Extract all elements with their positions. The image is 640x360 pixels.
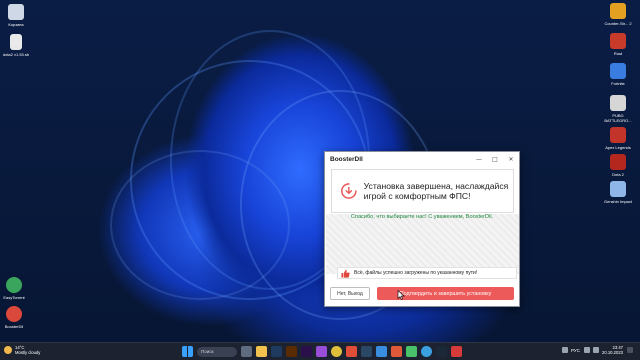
tray-chevron-icon[interactable] (562, 347, 569, 353)
close-button[interactable]: ✕ (503, 152, 519, 166)
maximize-button[interactable]: □ (487, 152, 503, 166)
browser-icon[interactable] (346, 346, 357, 357)
taskbar-apps: Поиск (182, 346, 466, 357)
system-tray: РУС 23:47 20.10.2023 (562, 345, 636, 355)
genshin-icon (610, 181, 626, 197)
app-icon[interactable] (406, 346, 417, 357)
desktop-icon-dota2-file[interactable]: dota2 v1.53.sb (2, 34, 30, 57)
window-controls: — □ ✕ (471, 152, 519, 166)
desktop-wallpaper (0, 0, 640, 342)
background-pattern (326, 214, 519, 274)
desktop-icon-pubg[interactable]: PUBG BATTLEGRO... (604, 95, 632, 123)
weather-widget[interactable]: 14°C Mostly cloudy (4, 345, 40, 355)
desktop-icon-fortnite[interactable]: Fortnite (604, 63, 632, 86)
mouse-cursor-icon (397, 290, 405, 300)
desktop-icon-easytorrent[interactable]: EasyTorrent (0, 277, 28, 300)
desktop-icon-dota2[interactable]: Dota 2 (604, 154, 632, 177)
completion-message: Установка завершена, наслаждайся игрой с… (363, 181, 509, 201)
file-explorer-icon[interactable] (256, 346, 267, 357)
recycle-bin-icon (8, 4, 24, 20)
window-title: BoosterDll (330, 155, 363, 163)
weather-icon (4, 346, 12, 354)
wallpaper-bloom (110, 150, 290, 300)
photoshop-icon[interactable] (271, 346, 282, 357)
illustrator-icon[interactable] (286, 346, 297, 357)
desktop-icon-rust[interactable]: Rust (604, 33, 632, 56)
windows-start-icon[interactable] (182, 346, 193, 357)
network-icon[interactable] (584, 347, 591, 353)
download-complete-icon (341, 183, 357, 199)
taskbar: 14°C Mostly cloudy Поиск РУС 23:47 20.10… (0, 342, 640, 360)
window-titlebar[interactable]: BoosterDll — □ ✕ (325, 152, 519, 166)
desktop-icon-boosterdll[interactable]: BoosterDll (0, 306, 28, 329)
clock-date: 20.10.2023 (602, 350, 623, 355)
widgets-icon[interactable] (241, 346, 252, 357)
apex-icon (610, 127, 626, 143)
dota2-icon (610, 154, 626, 170)
completion-banner: Установка завершена, наслаждайся игрой с… (331, 169, 514, 213)
desktop-icon-genshin[interactable]: Genshin Impact (604, 181, 632, 204)
desktop-icon-recycle-bin[interactable]: Корзина (2, 4, 30, 27)
premiere-icon[interactable] (301, 346, 312, 357)
taskbar-search[interactable]: Поиск (197, 346, 237, 357)
volume-icon[interactable] (593, 347, 600, 353)
success-notice: Всё, файлы успешно загружены по указанно… (337, 267, 517, 279)
file-icon (10, 34, 22, 50)
steam-icon[interactable] (436, 346, 447, 357)
torrent-icon (6, 277, 22, 293)
notifications-icon[interactable] (627, 347, 633, 353)
chrome-icon[interactable] (331, 346, 342, 357)
rust-icon (610, 33, 626, 49)
steam-icon[interactable] (361, 346, 372, 357)
thumbs-up-icon (341, 269, 350, 278)
telegram-icon[interactable] (421, 346, 432, 357)
booster-icon (6, 306, 22, 322)
weather-description: Mostly cloudy (15, 350, 41, 355)
fortnite-icon (610, 63, 626, 79)
app-icon[interactable] (451, 346, 462, 357)
music-icon[interactable] (376, 346, 387, 357)
thanks-message: Спасибо, что выбираете нас! С уважением,… (350, 214, 494, 220)
installer-window: BoosterDll — □ ✕ Установка завершена, на… (324, 151, 520, 307)
app-icon[interactable] (316, 346, 327, 357)
language-indicator[interactable]: РУС (571, 348, 580, 353)
minimize-button[interactable]: — (471, 152, 487, 166)
exit-button[interactable]: Нет, Выход (330, 287, 370, 300)
desktop-icon-apex[interactable]: Apex Legends (604, 127, 632, 150)
success-notice-text: Всё, файлы успешно загружены по указанно… (354, 270, 478, 276)
taskbar-clock[interactable]: 23:47 20.10.2023 (602, 345, 623, 355)
pubg-icon (610, 95, 626, 111)
desktop-icon-cs2[interactable]: Counter-Str... 2 (604, 3, 632, 26)
search-placeholder: Поиск (201, 349, 214, 354)
app-icon[interactable] (391, 346, 402, 357)
cs2-icon (610, 3, 626, 19)
